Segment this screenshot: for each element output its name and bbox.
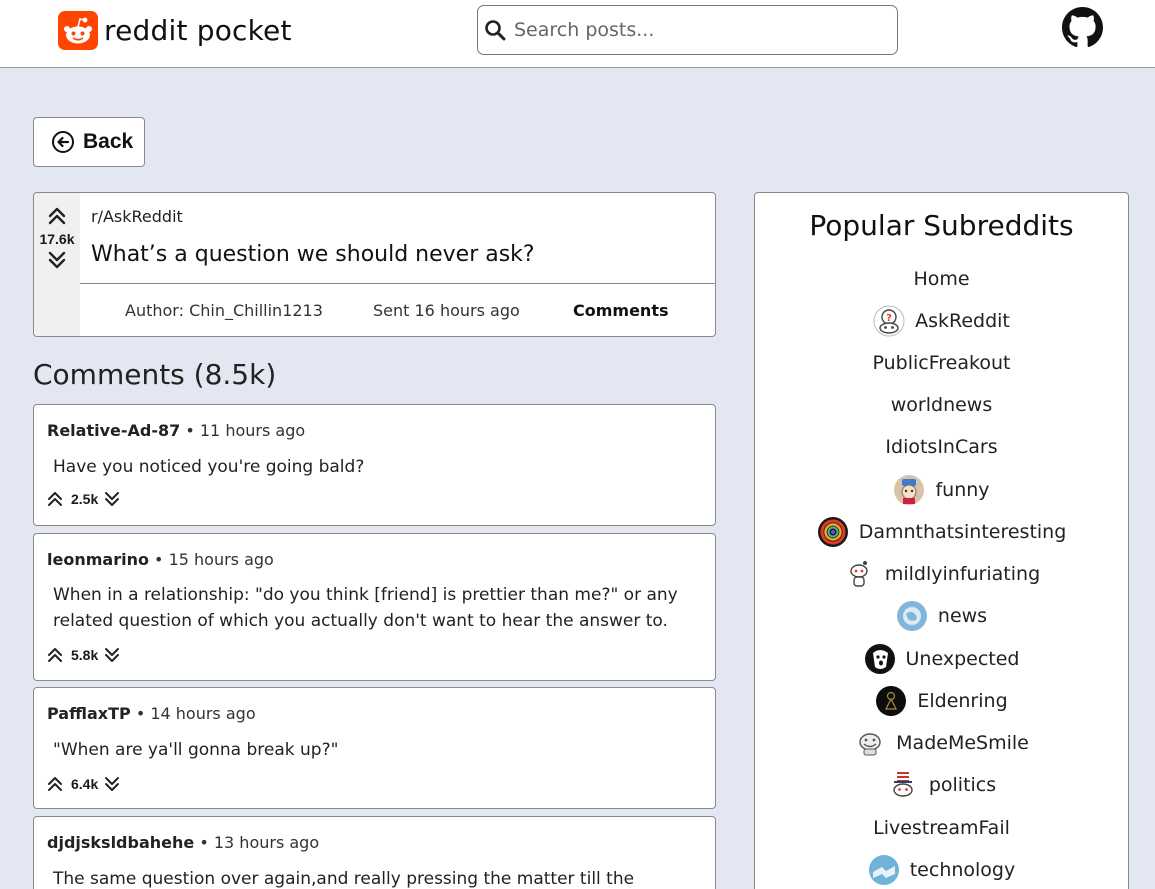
unexpected-icon [864, 644, 895, 674]
post-score: 17.6k [39, 231, 75, 247]
comment-votes: 2.5k [47, 491, 120, 507]
sidebar-item-funny[interactable]: funny [755, 472, 1128, 508]
sidebar-item-news[interactable]: news [755, 598, 1128, 634]
post-subreddit[interactable]: r/AskReddit [91, 207, 183, 226]
sidebar-item-eldenring[interactable]: Eldenring [755, 683, 1128, 719]
sidebar-item-livestreamfail[interactable]: LivestreamFail [755, 810, 1128, 846]
comment-meta: leonmarino • 15 hours ago [47, 550, 274, 569]
post-vote-column: 17.6k [34, 193, 80, 336]
sidebar-item-publicfreakout[interactable]: PublicFreakout [755, 345, 1128, 381]
post-footer: Author: Chin_Chillin1213 Sent 16 hours a… [80, 283, 715, 336]
sidebar-item-unexpected[interactable]: Unexpected [755, 641, 1128, 677]
comment-author[interactable]: djdjsksldbahehe [47, 833, 194, 852]
sidebar-item-label: Eldenring [917, 690, 1008, 712]
comment-time: • 15 hours ago [154, 550, 274, 569]
top-header: reddit pocket [0, 0, 1155, 68]
sidebar-item-damnthatsinteresting[interactable]: Damnthatsinteresting [755, 514, 1128, 550]
sidebar-item-label: politics [928, 774, 997, 796]
sidebar-item-askreddit[interactable]: ? AskReddit [755, 303, 1128, 339]
sidebar-item-home[interactable]: Home [755, 261, 1128, 297]
news-icon [896, 601, 927, 631]
comment-body: When in a relationship: "do you think [f… [53, 585, 678, 631]
sidebar-item-technology[interactable]: technology [755, 852, 1128, 888]
comment-votes: 6.4k [47, 776, 120, 792]
comments-heading: Comments (8.5k) [33, 358, 277, 391]
search-box[interactable] [477, 5, 898, 55]
comment-score: 5.8k [71, 647, 99, 663]
comment-card: PafflaxTP • 14 hours ago "When are ya'll… [33, 687, 716, 809]
sidebar-item-label: PublicFreakout [872, 352, 1011, 374]
sidebar-item-label: LivestreamFail [873, 817, 1010, 839]
mildlyinfuriating-icon [843, 559, 874, 589]
back-button[interactable]: Back [33, 117, 145, 167]
comments-button[interactable]: Comments [573, 301, 669, 320]
mademesmile-icon [855, 728, 886, 758]
popular-subreddits-panel: Popular Subreddits Home ? AskReddit Publ… [754, 192, 1129, 889]
post-timestamp: Sent 16 hours ago [373, 301, 520, 320]
comment-meta: PafflaxTP • 14 hours ago [47, 704, 256, 723]
app-logo[interactable]: reddit pocket [58, 11, 292, 50]
sidebar-item-label: funny [935, 479, 990, 501]
comment-time: • 11 hours ago [185, 421, 306, 440]
sidebar-item-label: mildlyinfuriating [884, 563, 1041, 585]
eldenring-icon [876, 686, 907, 716]
sidebar-item-worldnews[interactable]: worldnews [755, 387, 1128, 423]
comment-card: leonmarino • 15 hours ago When in a rela… [33, 533, 716, 681]
sidebar-item-label: news [937, 605, 988, 627]
comment-author[interactable]: Relative-Ad-87 [47, 421, 180, 440]
comment-meta: djdjsksldbahehe • 13 hours ago [47, 833, 319, 852]
search-icon [485, 20, 506, 41]
sidebar-item-politics[interactable]: politics [755, 767, 1128, 803]
sidebar-item-label: Damnthatsinteresting [858, 521, 1067, 543]
comment-card: Relative-Ad-87 • 11 hours ago Have you n… [33, 404, 716, 526]
comment-votes: 5.8k [47, 647, 120, 663]
upvote-icon[interactable] [47, 491, 63, 507]
comment-author[interactable]: PafflaxTP [47, 704, 131, 723]
upvote-icon[interactable] [47, 776, 63, 792]
comment-card: djdjsksldbahehe • 13 hours ago The same … [33, 816, 716, 889]
sidebar-item-idiotsincars[interactable]: IdiotsInCars [755, 429, 1128, 465]
sidebar-item-label: Unexpected [905, 648, 1020, 670]
sidebar-item-label: technology [909, 859, 1016, 881]
sidebar-item-label: Home [913, 268, 970, 290]
askreddit-icon: ? [873, 305, 905, 337]
github-icon[interactable] [1062, 7, 1103, 48]
downvote-icon[interactable] [104, 776, 120, 792]
sidebar-item-label: AskReddit [915, 310, 1010, 332]
upvote-icon[interactable] [47, 207, 67, 225]
reddit-logo-icon [58, 11, 98, 50]
comment-score: 6.4k [71, 776, 99, 792]
arrow-left-circle-icon [52, 131, 74, 153]
sidebar-item-label: MadeMeSmile [896, 732, 1029, 754]
post-title: What’s a question we should never ask? [91, 242, 535, 267]
downvote-icon[interactable] [104, 491, 120, 507]
downvote-icon[interactable] [104, 647, 120, 663]
politics-icon [887, 770, 918, 800]
post-author: Author: Chin_Chillin1213 [125, 301, 323, 320]
sidebar-item-mademesmile[interactable]: MadeMeSmile [755, 725, 1128, 761]
sidebar-item-label: IdiotsInCars [885, 436, 998, 458]
comment-time: • 14 hours ago [135, 704, 256, 723]
app-title: reddit pocket [104, 14, 292, 47]
comment-body: Have you noticed you're going bald? [53, 457, 365, 477]
downvote-icon[interactable] [47, 251, 67, 269]
comment-body: The same question over again,and really … [53, 869, 635, 889]
back-label: Back [83, 130, 134, 153]
technology-icon [868, 855, 899, 885]
comment-score: 2.5k [71, 491, 99, 507]
post-card: 17.6k r/AskReddit What’s a question we s… [33, 192, 716, 337]
comment-meta: Relative-Ad-87 • 11 hours ago [47, 421, 305, 440]
upvote-icon[interactable] [47, 647, 63, 663]
sidebar-title: Popular Subreddits [809, 209, 1074, 242]
comment-body: "When are ya'll gonna break up?" [53, 740, 339, 760]
sidebar-item-mildlyinfuriating[interactable]: mildlyinfuriating [755, 556, 1128, 592]
search-input[interactable] [514, 19, 874, 41]
sidebar-item-label: worldnews [890, 394, 993, 416]
comment-author[interactable]: leonmarino [47, 550, 149, 569]
damnthatsinteresting-icon [817, 517, 848, 547]
funny-icon [894, 475, 925, 505]
comment-time: • 13 hours ago [199, 833, 320, 852]
